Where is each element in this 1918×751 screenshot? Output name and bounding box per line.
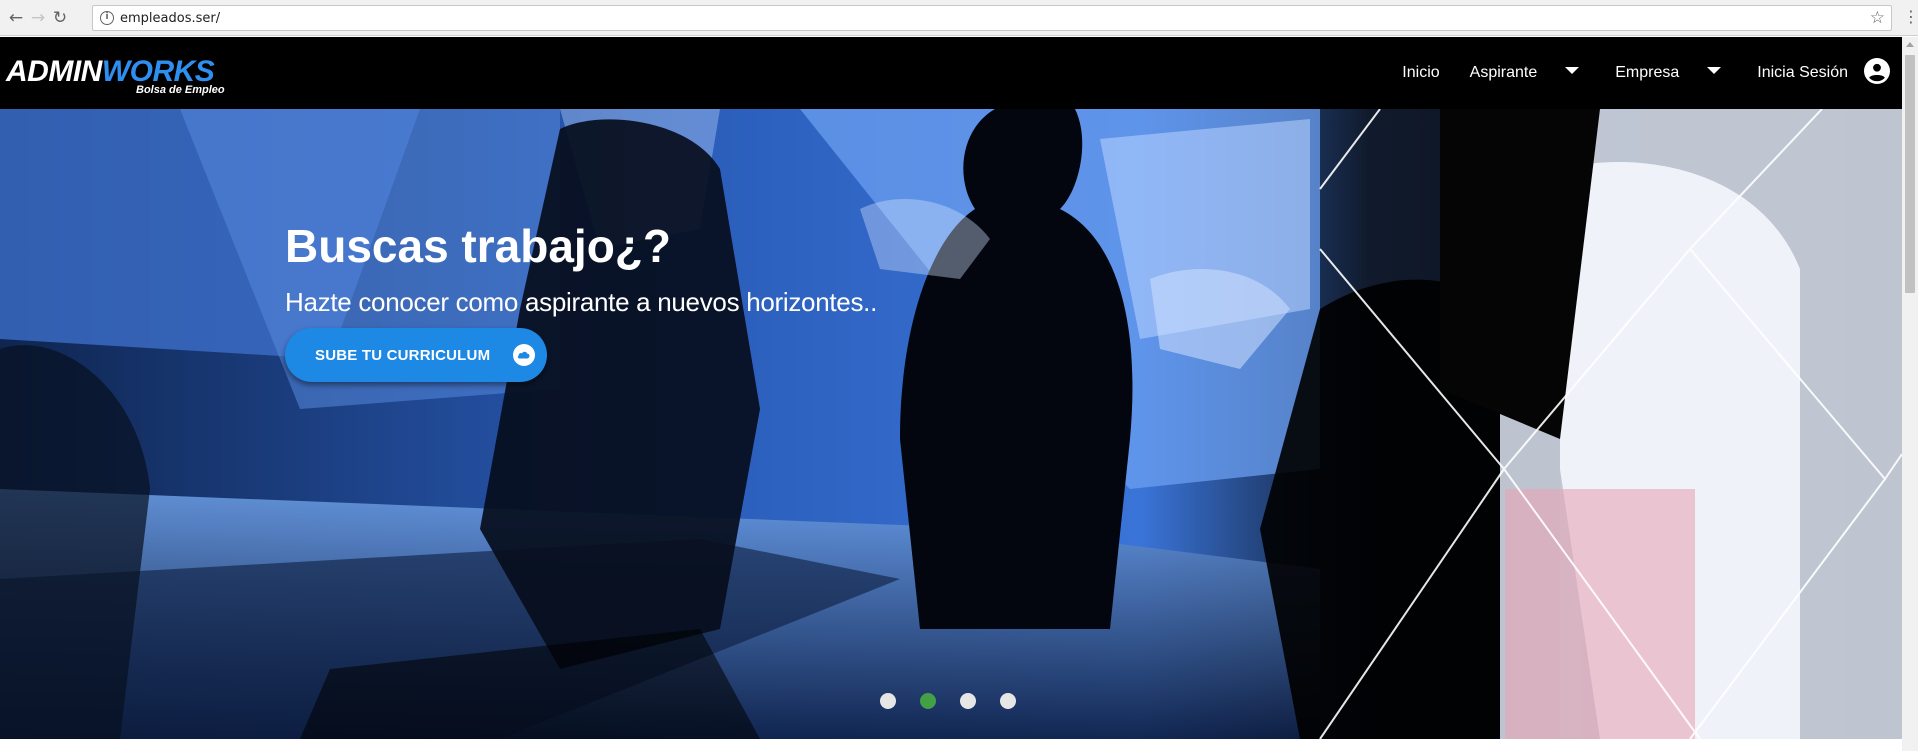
reload-button[interactable]: ↻ (48, 6, 72, 30)
caret-down-icon (1707, 66, 1722, 74)
upload-cv-label: SUBE TU CURRICULUM (315, 346, 491, 364)
hero-subtitle: Hazte conocer como aspirante a nuevos ho… (285, 287, 878, 317)
nav-login-label: Inicia Sesión (1757, 64, 1848, 81)
browser-toolbar: ← → ↻ i empleados.ser/ ☆ ⋮ (0, 0, 1918, 36)
forward-button[interactable]: → (26, 6, 50, 30)
logo-tagline: Bolsa de Empleo (136, 84, 225, 96)
cloud-upload-icon (513, 344, 536, 366)
account-circle-icon[interactable] (1864, 58, 1890, 84)
address-bar[interactable]: i empleados.ser/ ☆ (92, 5, 1892, 31)
scrollbar-thumb[interactable] (1905, 55, 1915, 293)
info-icon[interactable]: i (100, 11, 114, 25)
back-button[interactable]: ← (4, 6, 28, 30)
caret-down-icon (1565, 66, 1580, 74)
carousel-dot-1[interactable] (880, 693, 896, 709)
hero-carousel: Buscas trabajo¿? Hazte conocer como aspi… (0, 109, 1902, 739)
star-icon[interactable]: ☆ (1870, 8, 1885, 28)
nav-menu: Inicio Aspirante Empresa Inicia Sesión (1402, 37, 1890, 109)
arrow-right-icon: → (30, 8, 46, 28)
carousel-dot-4[interactable] (1000, 693, 1016, 709)
hero-title: Buscas trabajo¿? (285, 220, 671, 272)
scroll-up-icon[interactable] (1906, 42, 1914, 47)
hero-background-image (0, 109, 1902, 739)
carousel-dot-2[interactable] (920, 693, 936, 709)
page-scrollbar[interactable] (1902, 37, 1918, 751)
carousel-indicators (880, 693, 1040, 709)
site-navbar: ADMINWORKS Bolsa de Empleo Inicio Aspira… (0, 37, 1902, 109)
site-logo[interactable]: ADMINWORKS Bolsa de Empleo (6, 57, 246, 97)
nav-inicio[interactable]: Inicio (1402, 64, 1439, 82)
nav-empresa-label: Empresa (1615, 64, 1680, 81)
nav-empresa-dropdown[interactable]: Empresa (1615, 64, 1722, 82)
nav-login[interactable]: Inicia Sesión (1757, 58, 1890, 84)
carousel-dot-3[interactable] (960, 693, 976, 709)
nav-aspirante-dropdown[interactable]: Aspirante (1470, 64, 1580, 82)
logo-wordmark: ADMINWORKS (6, 55, 215, 88)
nav-inicio-label: Inicio (1402, 64, 1440, 81)
reload-icon: ↻ (52, 8, 68, 28)
logo-admin: ADMIN (6, 55, 102, 88)
upload-cv-button[interactable]: SUBE TU CURRICULUM (285, 328, 547, 382)
nav-aspirante-label: Aspirante (1469, 64, 1538, 81)
arrow-left-icon: ← (8, 8, 24, 28)
more-vertical-icon[interactable]: ⋮ (1903, 7, 1918, 29)
url-text[interactable]: empleados.ser/ (120, 11, 220, 26)
